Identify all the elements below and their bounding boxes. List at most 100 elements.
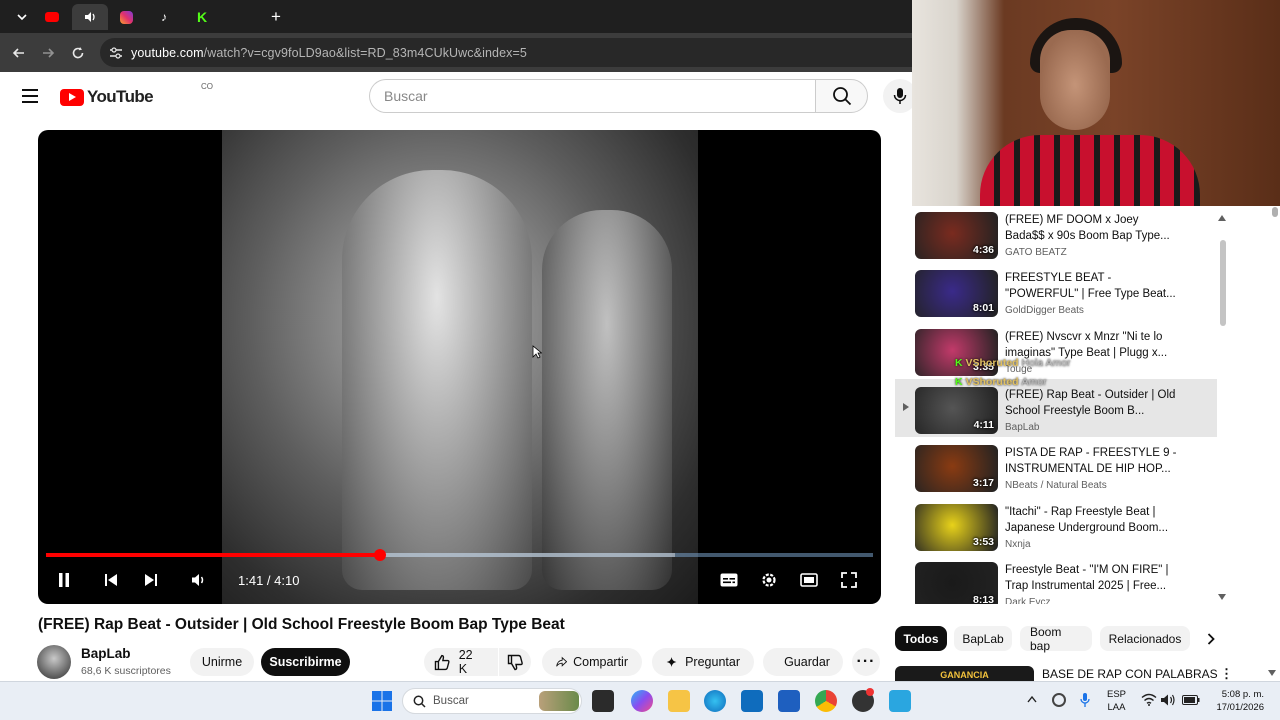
tab-instagram[interactable] [108,4,144,30]
store-icon[interactable] [741,690,763,712]
previous-button[interactable] [100,568,122,592]
tab-youtube-active[interactable] [72,4,108,30]
skip-next-icon [145,574,157,586]
site-info-icon[interactable] [109,46,123,60]
search-box[interactable] [369,79,816,113]
new-tab-button[interactable]: + [258,4,294,30]
app-icon[interactable] [889,690,911,712]
playlist-item-title[interactable]: (FREE) Rap Beat - Outsider | Old School … [1005,387,1180,419]
theater-mode-button[interactable] [798,568,820,592]
wifi-icon[interactable] [1141,693,1157,706]
search-icon [832,87,851,106]
start-button[interactable] [371,690,393,712]
next-button[interactable] [140,568,162,592]
dislike-button[interactable] [499,648,531,676]
playlist-item[interactable]: 4:11 (FREE) Rap Beat - Outsider | Old Sch… [915,386,1215,439]
playlist-item-thumbnail[interactable]: 8:13 [915,561,998,604]
playlist-item-title[interactable]: "Itachi" - Rap Freestyle Beat | Japanese… [1005,504,1180,536]
scroll-down-icon[interactable] [1218,594,1226,600]
chip-baplab[interactable]: BapLab [954,626,1012,651]
tab-tiktok[interactable]: ♪ [146,4,182,30]
search-input[interactable] [370,80,816,112]
playlist-item-title[interactable]: PISTA DE RAP - FREESTYLE 9 - INSTRUMENTA… [1005,445,1180,477]
tab-youtube-1[interactable] [34,4,70,30]
playlist-item-thumbnail[interactable]: 3:53 [915,503,998,551]
page-scroll-down-icon[interactable] [1268,670,1276,676]
language-indicator[interactable]: ESP LAA [1107,688,1126,714]
playlist-scroll-thumb[interactable] [1220,240,1226,326]
playlist-item-title[interactable]: Freestyle Beat - "I'M ON FIRE" | Trap In… [1005,562,1180,594]
playlist-item-title[interactable]: FREESTYLE BEAT - "POWERFUL" | Free Type … [1005,270,1180,302]
volume-icon [192,574,204,586]
subtitles-button[interactable] [718,568,740,592]
playlist-item-thumbnail[interactable]: 4:36 [915,212,998,259]
notice-user-1: VShoruted [965,357,1019,369]
join-button[interactable]: Unirme [190,648,254,676]
playlist-item[interactable]: 8:13 Freestyle Beat - "I'M ON FIRE" | Tra… [915,561,1215,604]
outlook-icon[interactable] [778,690,800,712]
task-view-icon[interactable] [592,690,614,712]
microphone-icon [893,88,907,104]
file-explorer-icon[interactable] [668,690,690,712]
tab-empty[interactable] [222,4,246,30]
more-vertical-icon[interactable]: ⋮ [1220,666,1233,682]
chrome-icon[interactable] [815,690,837,712]
reload-button[interactable] [67,42,89,64]
recommended-title: BASE DE RAP CON PALABRAS [1042,667,1218,681]
playlist-item-title[interactable]: (FREE) MF DOOM x Joey Bada$$ x 90s Boom … [1005,212,1180,244]
page-scroll-thumb[interactable] [1272,207,1278,217]
playlist-item[interactable]: 3:35 (FREE) Nvscvr x Mnzr "Ni te lo imagi… [915,328,1215,381]
channel-name[interactable]: BapLab [81,646,131,661]
volume-icon[interactable] [1160,693,1176,707]
fullscreen-button[interactable] [838,568,860,592]
playlist-item[interactable]: 4:36 (FREE) MF DOOM x Joey Bada$$ x 90s B… [915,212,1215,264]
microphone-icon[interactable] [1080,692,1090,708]
kick-icon: K [955,357,963,369]
playlist-item-title[interactable]: (FREE) Nvscvr x Mnzr "Ni te lo imaginas"… [1005,329,1180,361]
volume-button[interactable] [188,568,210,592]
settings-button[interactable] [758,568,780,592]
recommended-item[interactable]: GANANCIA BASE DE RAP CON PALABRAS ⋮ [895,666,1280,682]
playlist-item-thumbnail[interactable]: 8:01 [915,270,998,318]
channel-avatar[interactable] [37,645,71,679]
playlist-panel: 4:36 (FREE) MF DOOM x Joey Bada$$ x 90s B… [895,206,1230,604]
pause-button[interactable] [53,568,75,592]
taskbar-search[interactable]: Buscar [402,688,582,714]
copilot-icon[interactable] [631,690,653,712]
chip-boom-bap[interactable]: Boom bap [1020,625,1092,653]
chip-todos[interactable]: Todos [895,626,947,651]
share-button[interactable]: Compartir [542,648,642,676]
playlist-item[interactable]: 8:01 FREESTYLE BEAT - "POWERFUL" | Free T… [915,270,1215,322]
edge-icon[interactable] [704,690,726,712]
tray-chevron-up-icon[interactable] [1027,696,1037,703]
ask-button[interactable]: Preguntar [652,648,754,676]
scroll-up-icon[interactable] [1218,215,1226,221]
playlist-item[interactable]: 3:17 PISTA DE RAP - FREESTYLE 9 - INSTRUM… [915,445,1215,497]
save-button[interactable]: Guardar [763,648,843,676]
url-text[interactable]: youtube.com/watch?v=cgv9foLD9ao&list=RD_… [131,46,527,60]
like-button[interactable]: 22 K [424,648,498,676]
subscribe-button[interactable]: Suscribirme [261,648,350,676]
onedrive-icon[interactable] [1052,693,1066,707]
more-actions-button[interactable]: ··· [852,648,880,676]
back-button[interactable] [8,42,30,64]
playlist-item-thumbnail[interactable]: 3:17 [915,445,998,493]
scrubber-handle[interactable] [374,549,387,561]
tab-kick[interactable]: K [184,4,220,30]
video-frame[interactable] [222,130,698,604]
youtube-logo[interactable]: YouTube CO [60,82,213,107]
subscribe-label: Suscribirme [269,655,342,669]
forward-button[interactable] [37,42,59,64]
menu-hamburger-icon[interactable] [22,89,38,107]
battery-icon[interactable] [1182,695,1200,705]
chips-next-button[interactable] [1198,626,1223,651]
chip-relacionados[interactable]: Relacionados [1100,626,1190,651]
progress-bar[interactable] [46,549,873,561]
tiktok-favicon-icon: ♪ [161,10,167,24]
clock[interactable]: 5:08 p. m. 17/01/2026 [1212,688,1264,714]
playlist-item[interactable]: 3:53 "Itachi" - Rap Freestyle Beat | Japa… [915,503,1215,556]
join-label: Unirme [201,655,243,669]
search-button[interactable] [815,79,868,113]
playlist-item-thumbnail[interactable]: 4:11 [915,386,998,434]
video-player[interactable]: 1:41 / 4:10 [38,130,881,604]
